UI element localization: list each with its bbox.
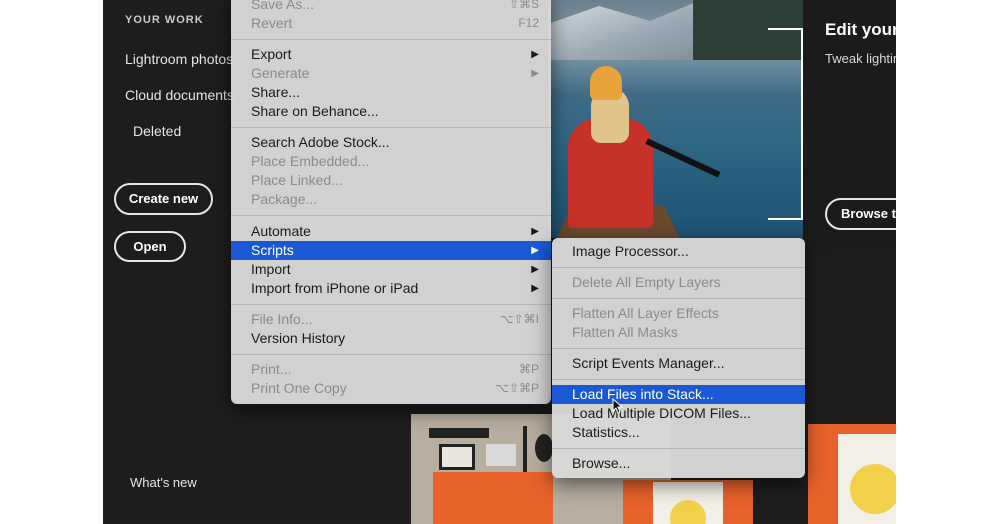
submenu-arrow-icon: ▶: [531, 283, 539, 294]
promo-title: Edit your: [825, 20, 896, 39]
menu-separator: [552, 267, 805, 268]
menu-item-export[interactable]: Export ▶: [231, 45, 551, 64]
menu-item-delete-empty-layers[interactable]: Delete All Empty Layers: [552, 273, 805, 292]
sidebar-item-cloud-documents[interactable]: Cloud documents: [125, 87, 234, 103]
menu-separator: [552, 448, 805, 449]
menu-separator: [231, 354, 551, 355]
thumbnail-smile-poster[interactable]: [623, 480, 753, 524]
featured-photo: [548, 0, 803, 238]
mouse-cursor-icon: [612, 398, 624, 414]
menu-item-flatten-masks[interactable]: Flatten All Masks: [552, 323, 805, 342]
thumbnail-smile-card[interactable]: [808, 424, 896, 524]
menu-item-place-linked[interactable]: Place Linked...: [231, 171, 551, 190]
menu-item-import-iphone[interactable]: Import from iPhone or iPad ▶: [231, 279, 551, 298]
scripts-submenu: Image Processor... Delete All Empty Laye…: [552, 238, 805, 478]
menu-item-load-stack[interactable]: Load Files into Stack...: [552, 385, 805, 404]
menu-item-load-dicom[interactable]: Load Multiple DICOM Files...: [552, 404, 805, 423]
menu-item-version-history[interactable]: Version History: [231, 329, 551, 348]
menu-item-share-behance[interactable]: Share on Behance...: [231, 102, 551, 121]
menu-item-package[interactable]: Package...: [231, 190, 551, 209]
menu-separator: [231, 127, 551, 128]
menu-item-browse[interactable]: Browse...: [552, 454, 805, 473]
menu-item-save-as[interactable]: Save As... ⇧⌘S: [231, 0, 551, 14]
menu-separator: [552, 348, 805, 349]
menu-item-statistics[interactable]: Statistics...: [552, 423, 805, 442]
menu-separator: [231, 39, 551, 40]
menu-item-automate[interactable]: Automate ▶: [231, 222, 551, 241]
menu-item-print-one-copy[interactable]: Print One Copy ⌥⇧⌘P: [231, 379, 551, 398]
menu-item-generate[interactable]: Generate ▶: [231, 64, 551, 83]
menu-item-image-processor[interactable]: Image Processor...: [552, 242, 805, 261]
menu-item-scripts[interactable]: Scripts ▶: [231, 241, 551, 260]
menu-item-flatten-effects[interactable]: Flatten All Layer Effects: [552, 304, 805, 323]
menu-item-print[interactable]: Print... ⌘P: [231, 360, 551, 379]
open-button[interactable]: Open: [114, 231, 186, 262]
create-new-button[interactable]: Create new: [114, 183, 213, 215]
menu-separator: [552, 298, 805, 299]
crop-frame: [768, 28, 803, 220]
submenu-arrow-icon: ▶: [531, 49, 539, 60]
menu-item-share[interactable]: Share...: [231, 83, 551, 102]
menu-item-import[interactable]: Import ▶: [231, 260, 551, 279]
menu-separator: [552, 379, 805, 380]
menu-item-script-events[interactable]: Script Events Manager...: [552, 354, 805, 373]
submenu-arrow-icon: ▶: [531, 226, 539, 237]
menu-separator: [231, 215, 551, 216]
menu-item-search-stock[interactable]: Search Adobe Stock...: [231, 133, 551, 152]
promo-subtitle: Tweak lightin: [825, 51, 896, 66]
whats-new-link[interactable]: What's new: [130, 475, 197, 490]
menu-item-revert[interactable]: Revert F12: [231, 14, 551, 33]
sidebar-item-deleted[interactable]: Deleted: [133, 123, 181, 139]
your-work-heading: YOUR WORK: [125, 14, 204, 26]
submenu-arrow-icon: ▶: [531, 245, 539, 256]
submenu-arrow-icon: ▶: [531, 68, 539, 79]
browse-tutorials-button[interactable]: Browse tu: [825, 198, 896, 230]
sidebar-item-lightroom-photos[interactable]: Lightroom photos: [125, 51, 233, 67]
submenu-arrow-icon: ▶: [531, 264, 539, 275]
menu-item-place-embedded[interactable]: Place Embedded...: [231, 152, 551, 171]
file-menu: Save As... ⇧⌘S Revert F12 Export ▶ Gener…: [231, 0, 551, 404]
menu-separator: [231, 304, 551, 305]
menu-item-file-info[interactable]: File Info... ⌥⇧⌘I: [231, 310, 551, 329]
